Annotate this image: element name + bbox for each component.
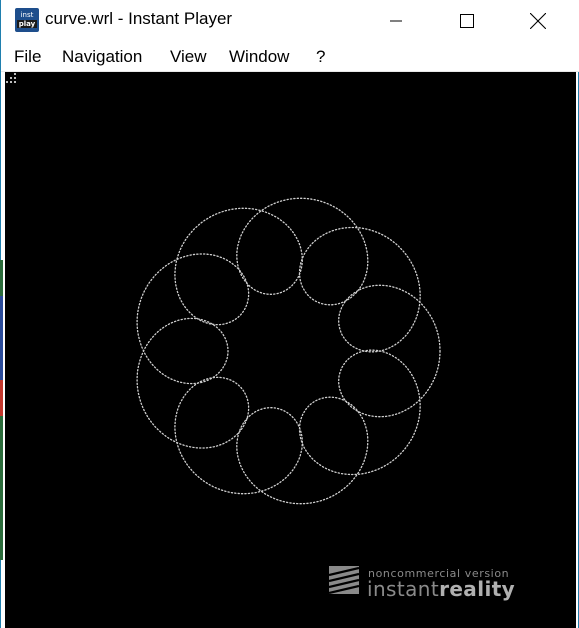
close-button[interactable] <box>515 0 561 41</box>
maximize-button[interactable] <box>444 0 490 41</box>
3d-viewport[interactable]: noncommercial version instantreality <box>5 72 576 628</box>
dotted-curve <box>136 197 441 505</box>
menu-navigation[interactable]: Navigation <box>62 47 142 67</box>
instantreality-logo-icon <box>329 566 359 594</box>
close-icon <box>530 12 546 29</box>
maximize-icon <box>460 13 474 28</box>
menu-window[interactable]: Window <box>229 47 289 67</box>
watermark-brand: instantreality <box>367 577 515 601</box>
curve-path <box>136 197 441 505</box>
watermark-brand-bold: reality <box>439 577 516 601</box>
app-icon-text-bottom: play <box>17 20 37 28</box>
menu-file[interactable]: File <box>14 47 41 67</box>
curve-canvas <box>136 197 441 505</box>
minimize-icon <box>390 20 402 21</box>
minimize-button[interactable] <box>373 0 419 41</box>
watermark-brand-light: instant <box>367 577 440 601</box>
app-window: inst play curve.wrl - Instant Player Fil… <box>0 0 579 628</box>
menu-help[interactable]: ? <box>316 47 325 67</box>
title-bar[interactable]: inst play curve.wrl - Instant Player <box>1 0 579 41</box>
resize-grip-icon[interactable] <box>5 72 17 84</box>
menu-bar: File Navigation View Window ? <box>1 41 579 72</box>
window-title: curve.wrl - Instant Player <box>45 9 233 28</box>
desktop-edge <box>0 260 3 560</box>
instant-player-icon[interactable]: inst play <box>15 8 39 32</box>
menu-view[interactable]: View <box>170 47 207 67</box>
instantreality-watermark: noncommercial version instantreality <box>329 566 539 602</box>
app-icon-text-top: inst <box>20 11 34 19</box>
